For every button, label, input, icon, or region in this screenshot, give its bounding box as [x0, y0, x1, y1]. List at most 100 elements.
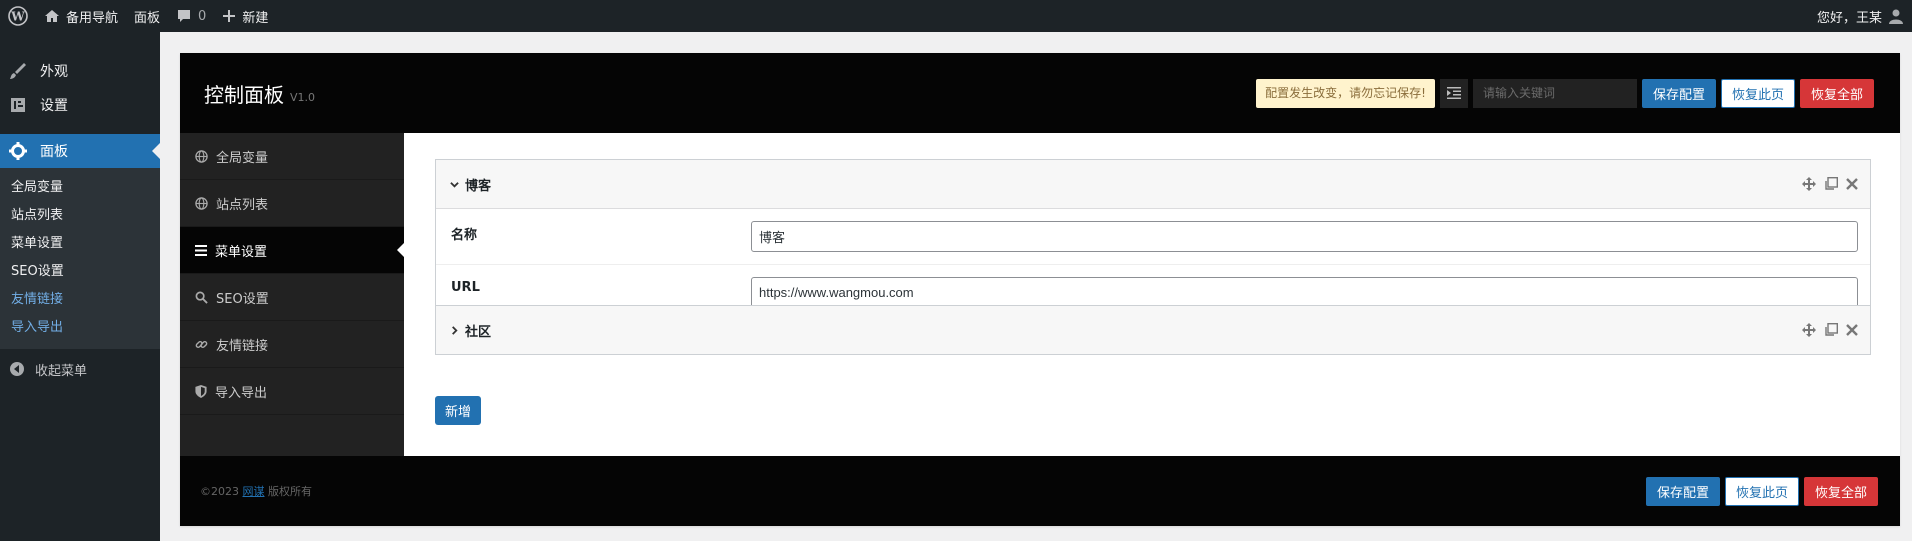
submenu-item-site-list[interactable]: 站点列表: [0, 202, 160, 230]
comment-icon: [178, 10, 191, 22]
nav-item-global-vars[interactable]: 全局变量: [180, 133, 404, 180]
search-icon: [195, 291, 208, 304]
menu-panel-label: 面板: [40, 144, 68, 160]
footer-reset-all-button[interactable]: 恢复全部: [1803, 476, 1878, 506]
footer-save-config-button[interactable]: 保存配置: [1645, 476, 1720, 506]
menu-settings-label: 设置: [40, 98, 68, 114]
group-title: 社区: [465, 324, 492, 340]
submenu-item-seo-settings[interactable]: SEO设置: [0, 258, 160, 286]
field-label: URL: [451, 280, 480, 295]
admin-bar: W 备用导航 面板 0 新建 您好，王某: [0, 0, 1912, 32]
submenu-item-friend-links[interactable]: 友情链接: [0, 286, 160, 314]
expand-all-button[interactable]: [1439, 78, 1468, 108]
copyright: ©2023 网谋 版权所有: [200, 483, 312, 499]
admin-sidebar: 外观 设置 面板 全局变量 站点列表 菜单设置 SEO设置 友情链接 导入导出 …: [0, 32, 160, 541]
footer-reset-section-button[interactable]: 恢复此页: [1724, 476, 1799, 506]
submenu-item-menu-settings[interactable]: 菜单设置: [0, 230, 160, 258]
nav-item-site-list[interactable]: 站点列表: [180, 180, 404, 227]
menu-appearance[interactable]: 外观: [0, 54, 160, 88]
comments-count: 0: [198, 8, 207, 24]
submenu-item-import-export[interactable]: 导入导出: [0, 314, 160, 342]
nav-item-label: 全局变量: [216, 150, 269, 166]
copyright-suffix: 版权所有: [264, 485, 312, 498]
field-label: 名称: [451, 228, 478, 243]
link-icon: [195, 340, 208, 348]
indent-icon: [1446, 87, 1461, 99]
panel-footer: ©2023 网谋 版权所有 保存配置 恢复此页 恢复全部: [180, 456, 1900, 526]
nav-item-label: 友情链接: [216, 338, 269, 354]
panel-nav: 全局变量 站点列表 菜单设置 SEO设置 友情链接 导入导出: [180, 133, 404, 456]
panel-header: 控制面板 V1.0 配置发生改变，请勿忘记保存! 保存配置 恢复此页 恢复全部: [180, 53, 1900, 133]
author-link[interactable]: 网谋: [243, 485, 265, 498]
control-panel: 控制面板 V1.0 配置发生改变，请勿忘记保存! 保存配置 恢复此页 恢复全部 …: [180, 53, 1900, 526]
panel-submenu: 全局变量 站点列表 菜单设置 SEO设置 友情链接 导入导出: [0, 168, 160, 349]
group-header[interactable]: 社区: [436, 306, 1870, 354]
new-label: 新建: [242, 10, 269, 26]
nav-item-seo-settings[interactable]: SEO设置: [180, 274, 404, 321]
chevron-down-icon: [450, 181, 459, 188]
group-body: 名称 URL: [436, 208, 1870, 320]
add-button[interactable]: 新增: [435, 396, 482, 425]
group-tools: [1802, 177, 1870, 191]
globe-icon: [195, 196, 208, 210]
group-header[interactable]: 博客: [436, 160, 1870, 208]
collapse-label: 收起菜单: [35, 363, 88, 379]
reset-section-button[interactable]: 恢复此页: [1720, 78, 1795, 108]
submenu-item-global-vars[interactable]: 全局变量: [0, 174, 160, 202]
search-input[interactable]: [1472, 78, 1637, 108]
nav-item-friend-links[interactable]: 友情链接: [180, 321, 404, 368]
close-icon[interactable]: [1846, 324, 1858, 336]
nav-item-label: 导入导出: [215, 385, 268, 401]
panel-version: V1.0: [290, 90, 316, 104]
svg-text:W: W: [10, 10, 25, 24]
footer-actions: 保存配置 恢复此页 恢复全部: [1645, 476, 1878, 506]
nav-item-menu-settings[interactable]: 菜单设置: [180, 227, 404, 274]
menu-appearance-label: 外观: [40, 64, 68, 80]
copyright-prefix: ©2023: [200, 485, 243, 498]
nav-item-label: 菜单设置: [215, 244, 268, 260]
my-account-link[interactable]: 您好，王某: [1809, 0, 1912, 32]
group-tools: [1802, 323, 1870, 337]
clone-icon[interactable]: [1824, 177, 1838, 191]
collapse-menu-button[interactable]: 收起菜单: [0, 352, 160, 386]
dashboard-link[interactable]: 面板: [126, 0, 168, 32]
close-icon[interactable]: [1846, 178, 1858, 190]
move-icon[interactable]: [1802, 323, 1816, 337]
nav-item-label: SEO设置: [216, 291, 269, 307]
collapse-icon: [10, 362, 24, 376]
gear-icon: [9, 142, 27, 160]
field-name: 名称: [436, 209, 1870, 265]
chevron-right-icon: [452, 325, 458, 335]
group-community: 社区: [435, 305, 1871, 355]
header-actions: 配置发生改变，请勿忘记保存! 保存配置 恢复此页 恢复全部: [1256, 78, 1874, 108]
panel-content: 博客 名称 URL 社区: [404, 133, 1900, 456]
bars-icon: [195, 244, 207, 256]
comments-link[interactable]: 0: [168, 0, 214, 32]
save-config-button[interactable]: 保存配置: [1641, 78, 1716, 108]
avatar-icon: [1889, 9, 1903, 24]
new-content-link[interactable]: 新建: [214, 0, 276, 32]
site-name: 备用导航: [66, 10, 119, 26]
nav-item-import-export[interactable]: 导入导出: [180, 368, 404, 415]
home-icon: [45, 10, 59, 22]
site-name-link[interactable]: 备用导航: [36, 0, 126, 32]
menu-settings[interactable]: 设置: [0, 88, 160, 122]
dashboard-label: 面板: [134, 10, 161, 26]
plus-icon: [223, 10, 236, 22]
greeting: 您好，王某: [1816, 10, 1882, 26]
move-icon[interactable]: [1802, 177, 1816, 191]
menu-panel[interactable]: 面板: [0, 134, 160, 168]
reset-all-button[interactable]: 恢复全部: [1799, 78, 1874, 108]
globe-icon: [195, 149, 208, 163]
unsaved-notice: 配置发生改变，请勿忘记保存!: [1256, 78, 1435, 108]
shield-icon: [195, 384, 207, 398]
nav-item-label: 站点列表: [216, 197, 269, 213]
panel-title: 控制面板: [204, 82, 284, 107]
wordpress-logo-icon[interactable]: W: [0, 0, 36, 32]
paintbrush-icon: [10, 63, 26, 79]
settings-icon: [11, 98, 25, 112]
url-input[interactable]: [751, 277, 1858, 308]
group-blog: 博客 名称 URL: [435, 159, 1871, 321]
name-input[interactable]: [751, 221, 1858, 252]
clone-icon[interactable]: [1824, 323, 1838, 337]
